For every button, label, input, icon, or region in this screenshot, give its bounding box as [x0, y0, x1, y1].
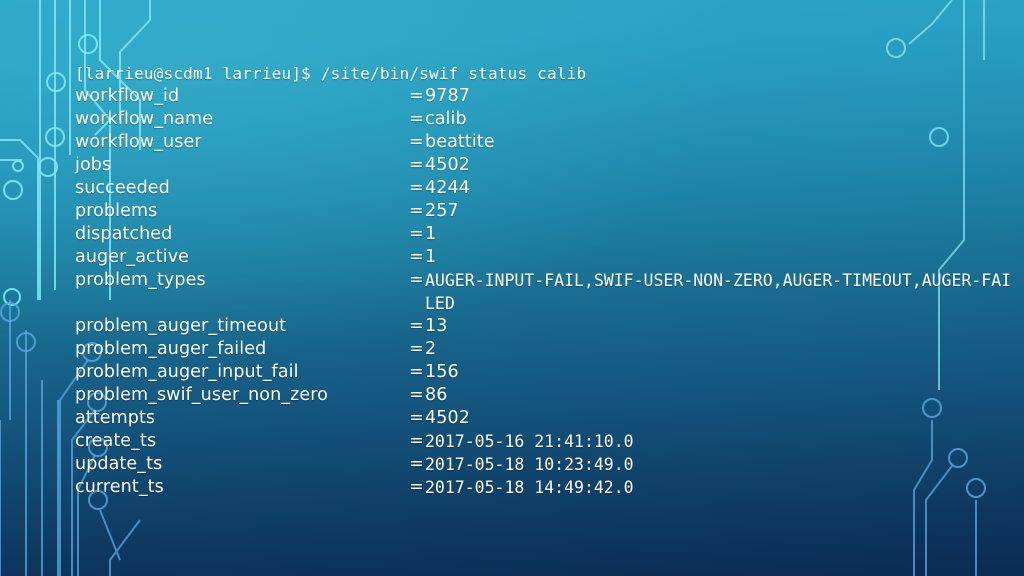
status-field-separator: = — [409, 178, 424, 198]
status-field-value: 2 — [425, 339, 437, 359]
status-field-row: current_ts = 2017-05-18 14:49:42.0 — [75, 476, 1020, 499]
status-field-value: 86 — [425, 385, 448, 405]
status-field-value: 2017-05-18 14:49:42.0 — [425, 478, 634, 497]
status-field-key: update_ts — [75, 454, 163, 474]
status-field-row: problem_auger_timeout = 13 — [75, 315, 1020, 338]
status-field-value: 257 — [425, 201, 459, 221]
status-field-row: succeeded = 4244 — [75, 177, 1020, 200]
status-field-separator: = — [409, 408, 424, 428]
status-field-separator: = — [409, 316, 424, 336]
status-field-separator: = — [409, 132, 424, 152]
status-field-key: workflow_id — [75, 86, 180, 106]
status-field-value: AUGER-INPUT-FAIL,SWIF-USER-NON-ZERO,AUGE… — [425, 271, 1012, 313]
status-field-value: calib — [425, 109, 467, 129]
status-field-key: problem_auger_input_fail — [75, 362, 299, 382]
status-field-separator: = — [409, 385, 424, 405]
slide-canvas: [larrieu@scdm1 larrieu]$ /site/bin/swif … — [0, 0, 1024, 576]
status-field-value: 4244 — [425, 178, 470, 198]
status-field-key: problem_types — [75, 270, 206, 290]
status-field-key: problems — [75, 201, 158, 221]
status-field-value: 4502 — [425, 155, 470, 175]
status-field-separator: = — [409, 224, 424, 244]
status-field-row: problem_auger_input_fail = 156 — [75, 361, 1020, 384]
status-field-separator: = — [409, 270, 424, 290]
status-field-row: workflow_user = beattite — [75, 131, 1020, 154]
status-field-value: 13 — [425, 316, 448, 336]
status-field-key: problem_auger_timeout — [75, 316, 287, 336]
status-field-row: dispatched = 1 — [75, 223, 1020, 246]
status-field-key: problem_auger_failed — [75, 339, 267, 359]
shell-prompt-line: [larrieu@scdm1 larrieu]$ /site/bin/swif … — [75, 64, 587, 83]
status-field-separator: = — [409, 109, 424, 129]
status-field-value: 4502 — [425, 408, 470, 428]
status-field-separator: = — [409, 454, 424, 474]
status-field-separator: = — [409, 362, 424, 382]
status-field-key: workflow_name — [75, 109, 214, 129]
status-field-value: 2017-05-18 10:23:49.0 — [425, 455, 634, 474]
status-field-separator: = — [409, 155, 424, 175]
status-field-key: dispatched — [75, 224, 173, 244]
terminal-output: [larrieu@scdm1 larrieu]$ /site/bin/swif … — [75, 62, 1020, 499]
status-field-row: problems = 257 — [75, 200, 1020, 223]
status-field-row: problem_auger_failed = 2 — [75, 338, 1020, 361]
status-field-separator: = — [409, 247, 424, 267]
status-field-key: create_ts — [75, 431, 157, 451]
status-field-key: attempts — [75, 408, 156, 428]
status-field-key: workflow_user — [75, 132, 202, 152]
status-field-key: auger_active — [75, 247, 190, 267]
status-field-row: create_ts = 2017-05-16 21:41:10.0 — [75, 430, 1020, 453]
status-field-key: jobs — [75, 155, 112, 175]
status-field-value: beattite — [425, 132, 495, 152]
status-field-separator: = — [409, 477, 424, 497]
status-field-value: 1 — [425, 247, 437, 267]
status-field-row: workflow_name = calib — [75, 108, 1020, 131]
status-field-value: 156 — [425, 362, 459, 382]
status-field-row: workflow_id = 9787 — [75, 85, 1020, 108]
status-field-row: problem_types = AUGER-INPUT-FAIL,SWIF-USER… — [75, 269, 1020, 315]
status-field-row: auger_active = 1 — [75, 246, 1020, 269]
status-field-value: 1 — [425, 224, 437, 244]
status-field-separator: = — [409, 339, 424, 359]
status-field-separator: = — [409, 201, 424, 221]
status-field-row: problem_swif_user_non_zero = 86 — [75, 384, 1020, 407]
status-field-row: update_ts = 2017-05-18 10:23:49.0 — [75, 453, 1020, 476]
status-field-row: jobs = 4502 — [75, 154, 1020, 177]
status-field-value: 2017-05-16 21:41:10.0 — [425, 432, 634, 451]
status-field-separator: = — [409, 431, 424, 451]
status-field-list: workflow_id = 9787 workflow_name = calib workf… — [75, 85, 1020, 499]
status-field-row: attempts = 4502 — [75, 407, 1020, 430]
status-field-key: current_ts — [75, 477, 164, 497]
status-field-separator: = — [409, 86, 424, 106]
status-field-value: 9787 — [425, 86, 470, 106]
status-field-key: succeeded — [75, 178, 170, 198]
status-field-key: problem_swif_user_non_zero — [75, 385, 328, 405]
